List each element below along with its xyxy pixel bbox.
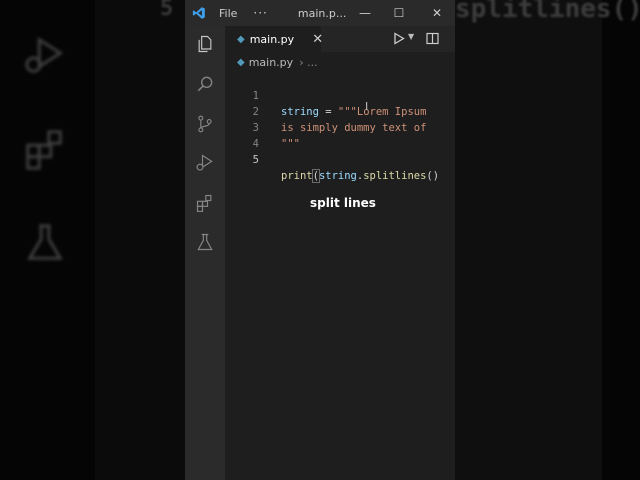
maximize-button[interactable]: ☐ (381, 0, 417, 26)
blurred-line-number: 5 (160, 0, 174, 21)
tab-bar: ◆ main.py ✕ ▼ (225, 26, 455, 52)
run-icon[interactable] (393, 32, 405, 45)
code-method: splitlines (363, 170, 427, 182)
code-variable: string (318, 170, 357, 182)
code-line: 2 is simply dummy text of (225, 88, 427, 134)
run-debug-icon[interactable] (193, 151, 217, 175)
code-line: 5 print(string.splitlines() (225, 136, 439, 183)
text-cursor-icon: I (365, 100, 369, 113)
search-icon[interactable] (193, 72, 217, 96)
explorer-icon[interactable] (193, 32, 217, 56)
breadcrumb-separator[interactable]: › ... (299, 56, 317, 69)
code-editor[interactable]: 1 string = """Lorem Ipsum 2 is simply du… (225, 72, 455, 183)
menu-file[interactable]: File (219, 7, 237, 20)
code-variable: string (281, 106, 319, 118)
testing-icon[interactable] (193, 230, 217, 254)
close-icon: ✕ (431, 6, 443, 20)
chevron-down-icon[interactable]: ▼ (408, 32, 414, 41)
minimize-icon: — (359, 6, 371, 20)
vscode-logo-icon (185, 0, 213, 26)
code-string: """ (281, 138, 300, 150)
code-line: 1 string = """Lorem Ipsum (225, 72, 427, 118)
title-bar: File ··· main.p... — ☐ ✕ (185, 0, 455, 26)
source-control-icon[interactable] (193, 112, 217, 136)
minimize-button[interactable]: — (347, 0, 383, 26)
code-operator: = (318, 106, 338, 118)
video-caption: split lines (310, 196, 376, 210)
code-string: is simply dummy text of (281, 122, 427, 134)
blurred-far-strip (602, 0, 640, 480)
python-file-icon: ◆ (237, 33, 245, 45)
maximize-icon: ☐ (393, 6, 405, 20)
blurred-testing-icon (27, 224, 63, 260)
activity-bar (185, 26, 225, 480)
code-string: """Lorem Ipsum (337, 106, 427, 118)
code-line: 3 """ (225, 104, 300, 150)
tab-close-button[interactable]: ✕ (312, 32, 323, 47)
code-line: 4 (225, 120, 259, 150)
python-file-icon: ◆ (237, 56, 245, 68)
tab-main-py[interactable]: ◆ main.py ✕ (225, 26, 323, 52)
close-window-button[interactable]: ✕ (419, 0, 455, 26)
split-editor-icon[interactable] (426, 32, 439, 45)
blurred-extensions-icon (26, 130, 62, 170)
window-title: main.p... (297, 6, 347, 20)
breadcrumb: ◆ main.py › ... (225, 52, 455, 72)
extensions-icon[interactable] (193, 191, 217, 215)
tab-label: main.py (249, 32, 295, 46)
blurred-run-debug-icon (25, 37, 64, 73)
blurred-right-panel (455, 0, 640, 480)
code-bracket: () (426, 170, 440, 182)
blurred-code-text: splitlines() (455, 0, 640, 24)
blurred-left-panel (0, 0, 95, 480)
menu-more-button[interactable]: ··· (253, 6, 267, 20)
line-number: 5 (252, 154, 259, 166)
breadcrumb-file[interactable]: main.py (249, 56, 293, 69)
code-function: print (281, 170, 313, 182)
